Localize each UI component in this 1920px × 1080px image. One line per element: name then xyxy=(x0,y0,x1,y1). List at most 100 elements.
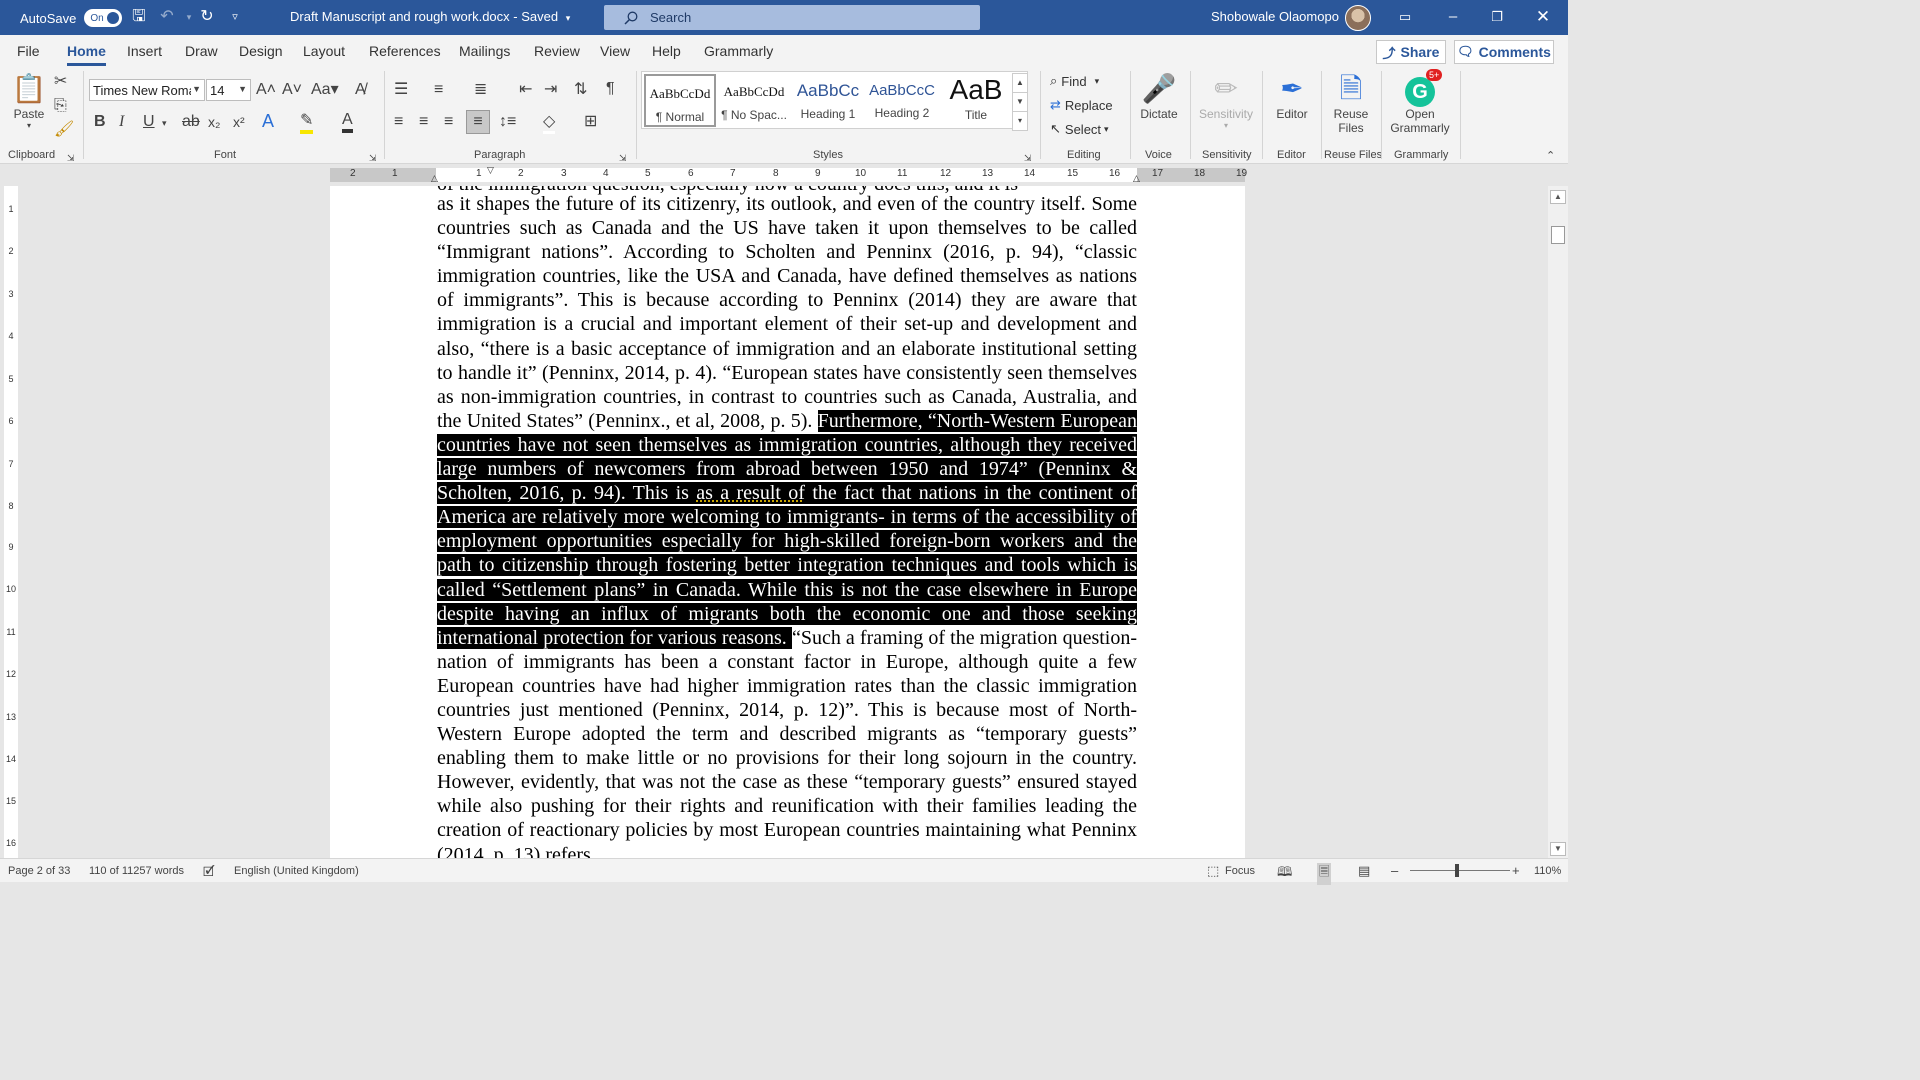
focus-button[interactable]: Focus xyxy=(1225,865,1255,877)
align-right-icon[interactable]: ≡ xyxy=(444,113,453,131)
numbering-icon[interactable]: ≡ xyxy=(434,81,443,99)
find-button[interactable]: ⌕ Find ▾ xyxy=(1050,71,1099,91)
tab-help[interactable]: Help xyxy=(652,43,681,59)
italic-icon[interactable]: I xyxy=(119,113,124,131)
customize-toolbar-icon[interactable]: ▿ xyxy=(226,8,244,26)
zoom-slider[interactable] xyxy=(1410,870,1510,871)
superscript-icon[interactable]: x² xyxy=(233,113,245,131)
comments-button[interactable]: 🗨 Comments xyxy=(1454,40,1554,64)
highlight-icon[interactable]: ✎ xyxy=(300,112,314,134)
increase-indent-icon[interactable]: ⇥ xyxy=(544,81,557,99)
tab-insert[interactable]: Insert xyxy=(127,43,162,59)
undo-icon[interactable]: ↶ xyxy=(158,8,176,26)
tab-home[interactable]: Home xyxy=(67,43,106,66)
subscript-icon[interactable]: x₂ xyxy=(208,113,220,131)
clear-formatting-icon[interactable]: A̸ xyxy=(355,81,366,99)
replace-button[interactable]: ⇄ Replace xyxy=(1050,95,1113,115)
restore-icon[interactable]: ❐ xyxy=(1487,7,1507,27)
tab-review[interactable]: Review xyxy=(534,43,580,59)
autosave-control[interactable]: AutoSave On xyxy=(20,9,123,27)
paste-button[interactable]: 📋 Paste ▾ xyxy=(10,71,48,130)
redo-icon[interactable]: ↻ xyxy=(198,8,216,26)
zoom-slider-thumb[interactable] xyxy=(1455,864,1459,877)
save-icon[interactable]: 🖫 xyxy=(130,8,148,26)
align-center-icon[interactable]: ≡ xyxy=(419,113,428,131)
language-indicator[interactable]: English (United Kingdom) xyxy=(234,865,359,877)
style-title[interactable]: AaB Title xyxy=(940,74,1012,127)
focus-icon[interactable]: ⬚ xyxy=(1207,863,1219,879)
zoom-out-icon[interactable]: – xyxy=(1391,863,1398,878)
strikethrough-icon[interactable]: ab xyxy=(182,113,200,131)
indent-marker-icon[interactable]: △ xyxy=(431,173,438,184)
font-color-icon[interactable]: A xyxy=(342,111,353,133)
font-name-dropdown[interactable]: Times New Roman ▼ xyxy=(89,79,205,101)
text-effects-icon[interactable]: A xyxy=(262,112,274,130)
bold-icon[interactable]: B xyxy=(94,113,106,131)
borders-icon[interactable]: ⊞ xyxy=(584,113,597,131)
change-case-icon[interactable]: Aa▾ xyxy=(311,81,339,99)
document-title[interactable]: Draft Manuscript and rough work.docx - S… xyxy=(290,9,570,24)
tab-design[interactable]: Design xyxy=(239,43,283,59)
justify-icon[interactable]: ≡ xyxy=(466,110,490,134)
align-left-icon[interactable]: ≡ xyxy=(394,113,403,131)
tab-draw[interactable]: Draw xyxy=(185,43,218,59)
share-button[interactable]: ⤴ Share xyxy=(1376,40,1446,64)
zoom-level[interactable]: 110% xyxy=(1534,865,1561,877)
style-normal[interactable]: AaBbCcDd ¶ Normal xyxy=(644,74,716,127)
user-name[interactable]: Shobowale Olaomopo xyxy=(1211,9,1339,24)
tab-grammarly[interactable]: Grammarly xyxy=(704,43,773,59)
read-mode-icon[interactable]: 🕮 xyxy=(1277,863,1292,885)
grow-font-icon[interactable]: A˄ xyxy=(256,81,276,99)
chevron-down-icon[interactable]: ▾ xyxy=(162,114,167,132)
scroll-down-icon[interactable]: ▼ xyxy=(1550,842,1566,856)
style-heading-2[interactable]: AaBbCcC Heading 2 xyxy=(866,74,938,127)
document-body[interactable]: as it shapes the future of its citizenry… xyxy=(437,192,1137,858)
font-size-dropdown[interactable]: 14 ▼ xyxy=(206,79,251,101)
sort-icon[interactable]: ⇅ xyxy=(574,81,587,99)
grammar-flagged-text[interactable]: as a result of xyxy=(696,482,805,504)
underline-icon[interactable]: U xyxy=(143,113,155,131)
autosave-toggle[interactable]: On xyxy=(84,9,123,27)
first-line-indent-icon[interactable]: ▽ xyxy=(487,165,494,176)
line-spacing-icon[interactable]: ↕≡ xyxy=(499,113,516,131)
zoom-in-icon[interactable]: + xyxy=(1512,863,1520,878)
style-heading-1[interactable]: AaBbCc Heading 1 xyxy=(792,74,864,127)
minimize-icon[interactable]: – xyxy=(1443,7,1463,27)
style-no-spacing[interactable]: AaBbCcDd ¶ No Spac... xyxy=(718,74,790,127)
dictate-button[interactable]: 🎤 Dictate xyxy=(1135,71,1183,121)
select-button[interactable]: ↖ Select ▾ xyxy=(1050,119,1109,139)
word-count[interactable]: 110 of 11257 words xyxy=(89,865,184,877)
document-page[interactable]: of the immigration question, especially … xyxy=(330,186,1245,858)
scroll-thumb[interactable] xyxy=(1551,226,1565,244)
styles-scroll-down-icon[interactable]: ▼ xyxy=(1012,92,1028,112)
cut-icon[interactable]: ✂ xyxy=(54,73,67,91)
pilcrow-icon[interactable]: ¶ xyxy=(606,80,615,98)
tab-file[interactable]: File xyxy=(17,43,40,59)
tab-references[interactable]: References xyxy=(369,43,441,59)
vertical-scrollbar[interactable]: ▲ ▼ xyxy=(1548,186,1568,858)
page-count[interactable]: Page 2 of 33 xyxy=(8,865,70,877)
undo-dropdown-icon[interactable]: ▾ xyxy=(180,8,198,26)
avatar[interactable] xyxy=(1345,5,1371,31)
format-painter-icon[interactable]: 🖌 xyxy=(54,121,74,139)
multilevel-list-icon[interactable]: ≣ xyxy=(474,81,487,99)
shading-icon[interactable]: ◇ xyxy=(543,113,556,134)
styles-more-icon[interactable]: ▾ xyxy=(1012,111,1028,131)
copy-icon[interactable]: ⎘ xyxy=(54,97,67,115)
decrease-indent-icon[interactable]: ⇤ xyxy=(519,81,532,99)
tab-layout[interactable]: Layout xyxy=(303,43,345,59)
sensitivity-button[interactable]: ✏ Sensitivity ▾ xyxy=(1196,71,1256,130)
web-layout-icon[interactable]: ▤ xyxy=(1358,863,1370,879)
styles-scroll-up-icon[interactable]: ▲ xyxy=(1012,73,1028,93)
horizontal-ruler[interactable]: 2 1 △ ▽ △ 1 2 3 4 5 6 7 8 9 10 11 12 13 … xyxy=(0,165,1568,185)
close-icon[interactable]: ✕ xyxy=(1533,7,1553,27)
shrink-font-icon[interactable]: A˅ xyxy=(282,81,302,99)
collapse-ribbon-icon[interactable]: ⌃ xyxy=(1546,147,1555,165)
right-indent-icon[interactable]: △ xyxy=(1133,173,1140,184)
proofing-icon[interactable]: 🗹 xyxy=(203,863,215,885)
print-layout-icon[interactable]: 🗏 xyxy=(1317,863,1332,885)
open-grammarly-button[interactable]: G 5+ Open Grammarly xyxy=(1388,69,1452,135)
scroll-up-icon[interactable]: ▲ xyxy=(1550,190,1566,204)
bullets-icon[interactable]: ☰ xyxy=(394,81,408,99)
search-input[interactable]: Search xyxy=(604,5,980,30)
